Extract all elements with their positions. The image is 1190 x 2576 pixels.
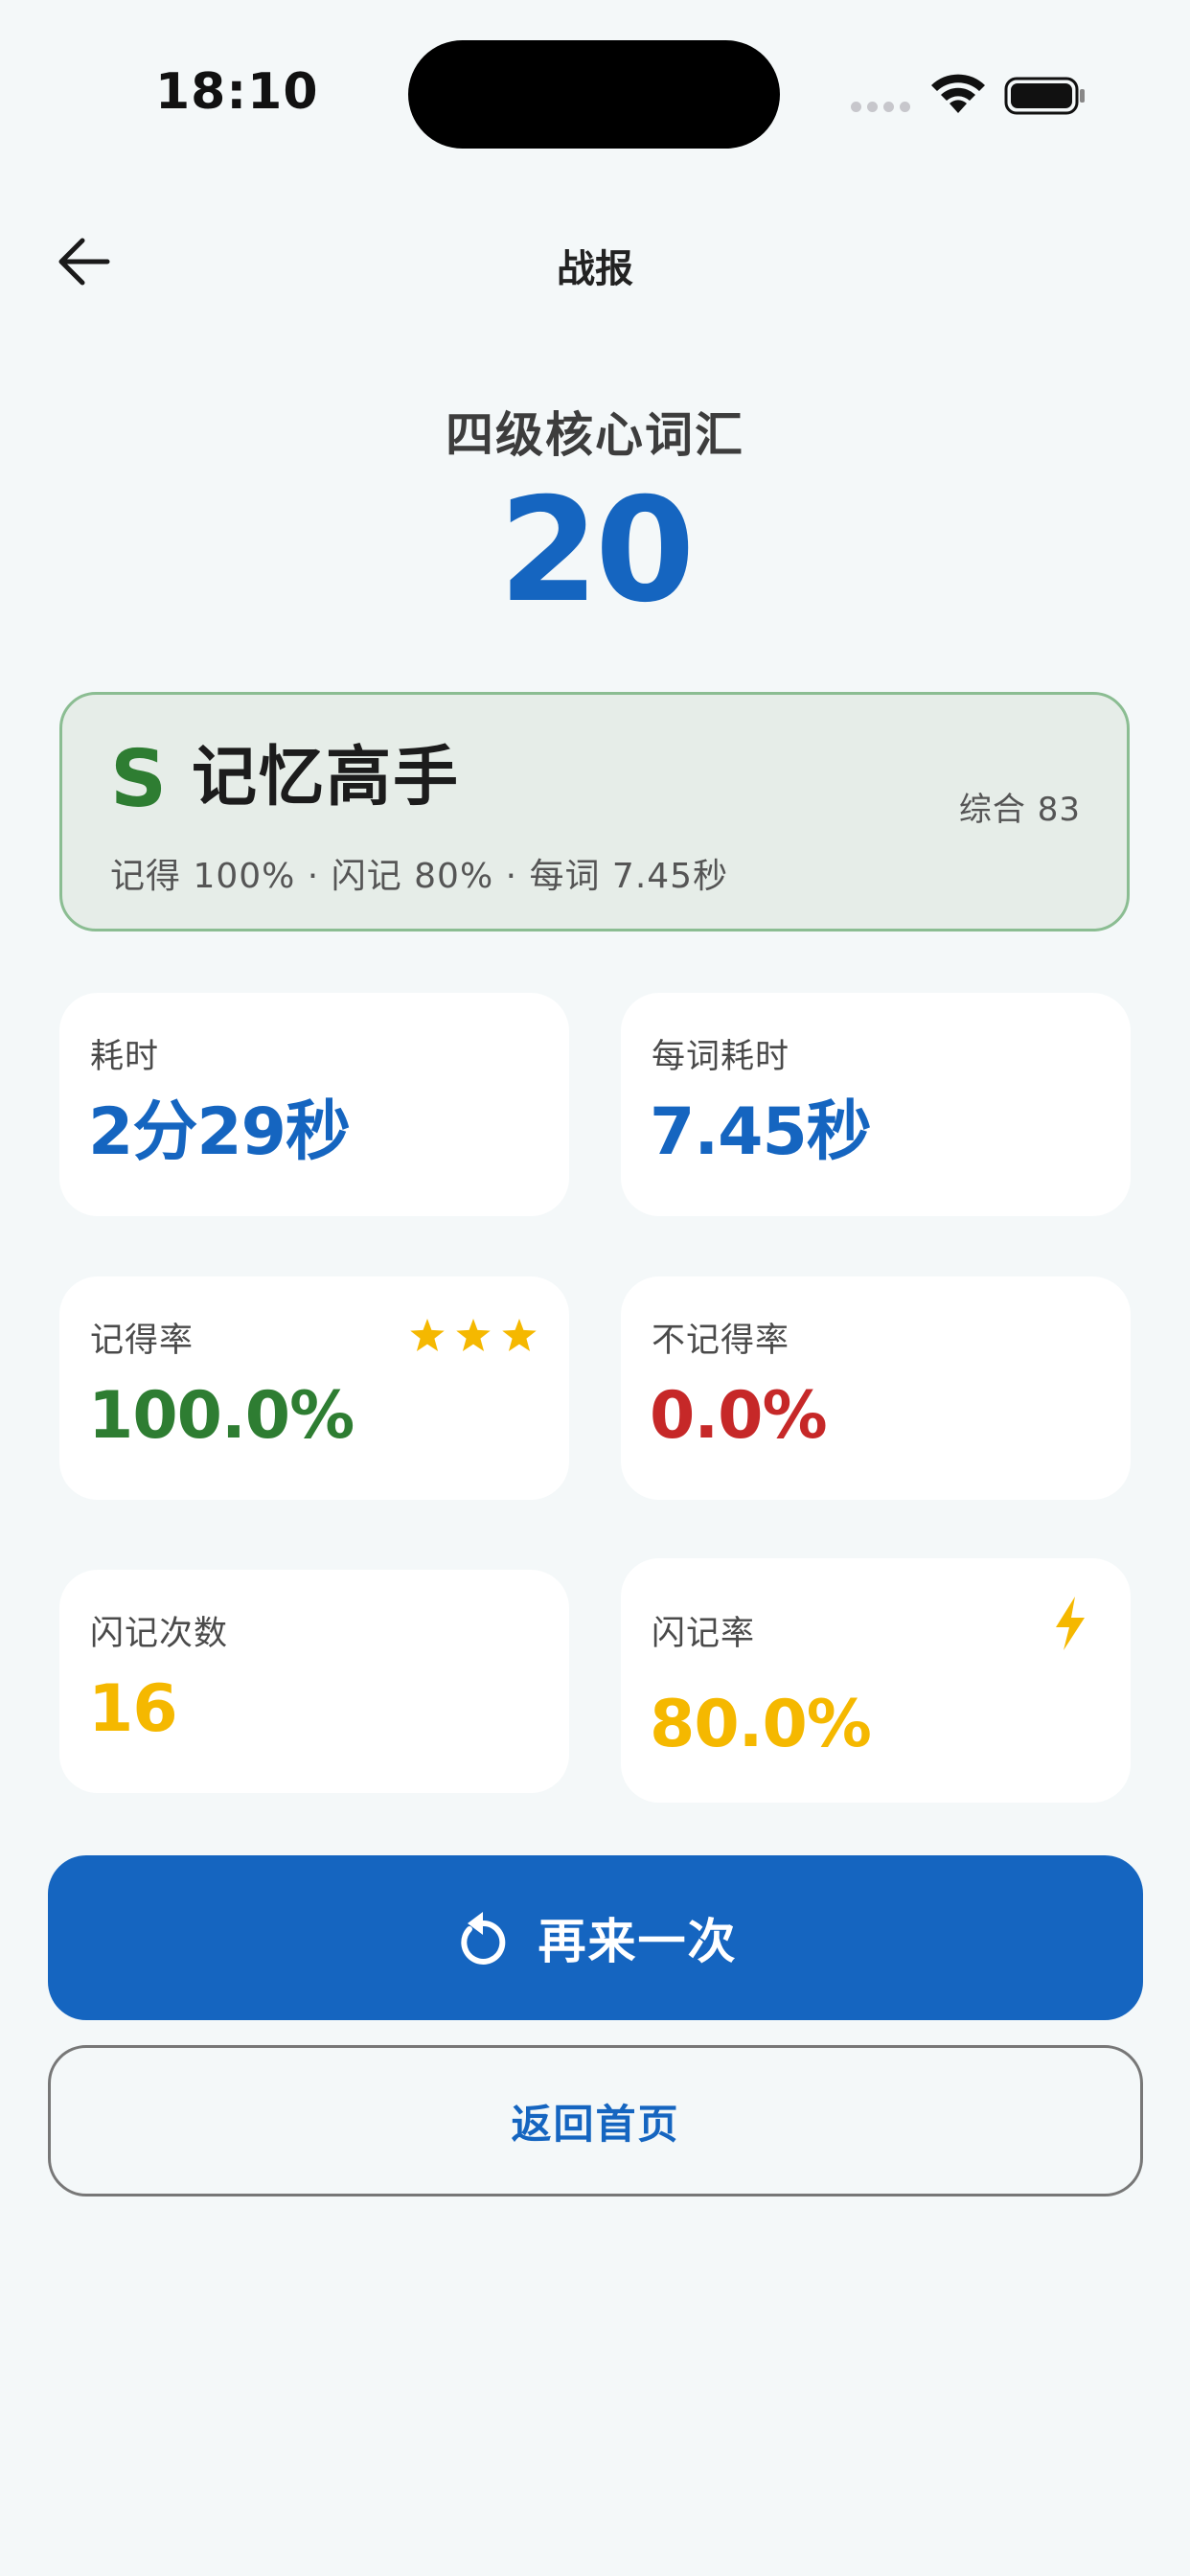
time-value: 2分29秒 — [88, 1094, 351, 1170]
forget-rate-value: 0.0% — [650, 1378, 828, 1454]
star-icon — [410, 1319, 445, 1351]
cellular-signal-icon — [851, 102, 912, 115]
back-to-home-button[interactable]: 返回首页 — [48, 2045, 1143, 2196]
lightning-bolt-icon — [1056, 1597, 1085, 1650]
flash-rate-value: 80.0% — [650, 1687, 872, 1762]
flash-count-label: 闪记次数 — [90, 1615, 229, 1653]
back-to-home-label: 返回首页 — [511, 2100, 680, 2148]
time-card: 耗时 2分29秒 — [59, 993, 569, 1216]
forget-rate-card: 不记得率 0.0% — [621, 1276, 1131, 1500]
flash-count-card: 闪记次数 16 — [59, 1570, 569, 1793]
flash-rate-label: 闪记率 — [652, 1615, 756, 1653]
retry-label: 再来一次 — [538, 1914, 738, 1969]
dynamic-island — [408, 40, 780, 149]
remember-rate-card: 记得率 100.0% — [59, 1276, 569, 1500]
flash-count-value: 16 — [88, 1671, 178, 1747]
grade-letter: S — [110, 734, 168, 825]
per-word-card: 每词耗时 7.45秒 — [621, 993, 1131, 1216]
grade-card: S 记忆高手 综合 83 记得 100% · 闪记 80% · 每词 7.45秒 — [59, 692, 1130, 932]
per-word-value: 7.45秒 — [650, 1094, 872, 1170]
refresh-icon — [460, 1912, 505, 1965]
wifi-icon — [931, 74, 985, 113]
grade-name: 记忆高手 — [192, 740, 461, 816]
star-icon — [456, 1319, 491, 1351]
forget-rate-label: 不记得率 — [652, 1322, 790, 1360]
battery-icon — [1004, 77, 1085, 115]
remember-rate-label: 记得率 — [90, 1322, 195, 1360]
page-title: 战报 — [557, 247, 633, 291]
star-rating — [410, 1319, 537, 1351]
deck-title: 四级核心词汇 — [446, 407, 744, 463]
star-icon — [502, 1319, 537, 1351]
remember-rate-value: 100.0% — [88, 1378, 355, 1454]
per-word-label: 每词耗时 — [652, 1038, 790, 1076]
overall-score: 综合 83 — [958, 791, 1081, 829]
word-count: 20 — [498, 468, 696, 634]
retry-button[interactable]: 再来一次 — [48, 1855, 1143, 2020]
flash-rate-card: 闪记率 80.0% — [621, 1558, 1131, 1803]
grade-summary: 记得 100% · 闪记 80% · 每词 7.45秒 — [110, 857, 729, 896]
time-label: 耗时 — [90, 1038, 160, 1076]
status-time: 18:10 — [155, 63, 319, 121]
